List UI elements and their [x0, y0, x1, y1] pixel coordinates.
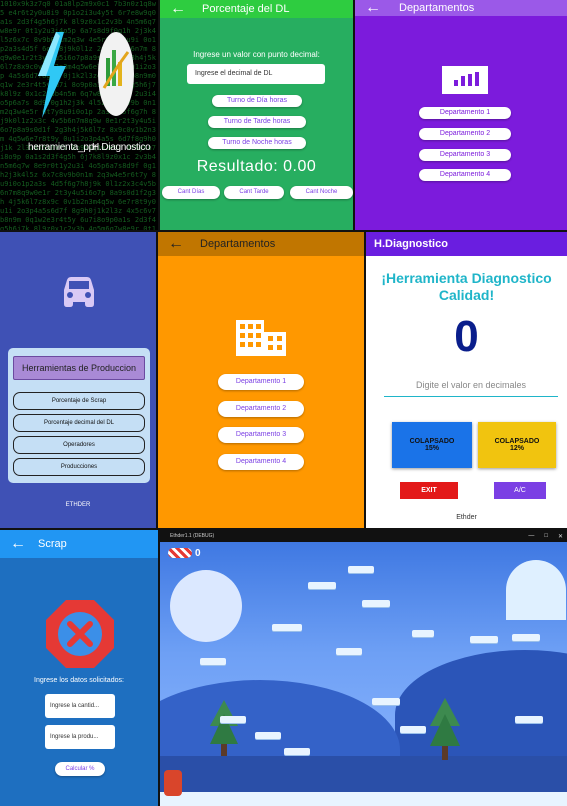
window-titlebar: Ethder1.1 (DEBUG) — □ ✕	[160, 530, 567, 542]
calcular-button[interactable]: Calcular %	[55, 762, 105, 776]
platform	[284, 748, 310, 755]
back-arrow-icon[interactable]: ←	[365, 0, 381, 16]
diagnostic-icon[interactable]	[96, 28, 136, 120]
departamento-3-button[interactable]: Departamento 3	[218, 427, 304, 443]
app-bar: ← Departamentos	[355, 0, 567, 16]
building-icon	[236, 320, 286, 356]
app-label-herramienta: herramienta_ppr	[28, 142, 97, 153]
result-text: Resultado: 0.00	[196, 158, 317, 175]
minimize-button[interactable]: —	[528, 533, 534, 539]
car-icon	[60, 276, 98, 308]
footer-text: ETHDER	[65, 502, 91, 508]
platform	[470, 636, 498, 643]
app-bar: H.Diagnostico	[366, 232, 567, 256]
turno-noche-button[interactable]: Turno de Noche horas	[208, 137, 306, 149]
departamentos-orange-screen: ← Departamentos Departamento 1 Departame…	[158, 232, 364, 528]
departamento-4-button[interactable]: Departamento 4	[419, 169, 511, 181]
menu-item-dl[interactable]: Porcentaje decimal del DL	[13, 414, 145, 432]
moon	[170, 570, 242, 642]
decimal-input[interactable]: Ingrese el decimal de DL	[187, 64, 325, 84]
lightning-icon[interactable]	[32, 30, 72, 120]
prompt-label: Ingrese un valor con punto decimal:	[193, 50, 320, 59]
produccion-input[interactable]: Ingrese la produ...	[45, 725, 115, 749]
pine-tree-left	[210, 700, 238, 756]
launcher-screen: 1010x9k3z7q0 01a8lp2m9x0c1 7b3n0z1q8w5 e…	[0, 0, 158, 230]
page-title: H.Diagnostico	[374, 238, 448, 250]
back-arrow-icon[interactable]: ←	[10, 536, 26, 552]
platform	[362, 600, 390, 607]
menu-item-producciones[interactable]: Producciones	[13, 458, 145, 476]
menu-card: Herramientas de Produccion Porcentaje de…	[8, 348, 150, 483]
snow-floor	[160, 792, 567, 806]
exit-button[interactable]: EXIT	[400, 482, 458, 499]
decimal-input[interactable]: Digite el valor en decimales	[384, 380, 558, 397]
prompt-label: Ingrese los datos solicitados:	[34, 677, 124, 684]
cant-noche-button[interactable]: Cant Noche	[290, 186, 353, 199]
back-arrow-icon[interactable]: ←	[168, 236, 184, 252]
footer-text: Ethder	[456, 514, 477, 521]
game-window: Ethder1.1 (DEBUG) — □ ✕ 0	[160, 530, 567, 806]
igloo	[506, 560, 566, 620]
platform	[348, 566, 374, 573]
app-label-hdiagnostico: H.Diagnostico	[92, 142, 151, 153]
diagnostico-value: 0	[454, 312, 479, 361]
menu-header: Herramientas de Produccion	[13, 356, 145, 380]
back-arrow-icon[interactable]: ←	[170, 1, 186, 17]
turno-tarde-button[interactable]: Turno de Tarde horas	[208, 116, 306, 128]
cant-tarde-button[interactable]: Cant Tarde	[224, 186, 284, 199]
window-title: Ethder1.1 (DEBUG)	[170, 533, 215, 539]
platform	[336, 648, 362, 655]
colapsado-12-card[interactable]: COLAPSADO 12%	[478, 422, 556, 468]
chart-icon	[442, 66, 488, 94]
cant-dias-button[interactable]: Cant Días	[162, 186, 220, 199]
platform	[412, 630, 434, 637]
maximize-button[interactable]: □	[544, 533, 548, 539]
departamento-2-button[interactable]: Departamento 2	[419, 128, 511, 140]
diagnostico-screen: H.Diagnostico ¡Herramienta Diagnostico C…	[366, 232, 567, 528]
app-bar: ← Scrap	[0, 530, 158, 558]
candy-cane-icon	[168, 548, 192, 558]
diagnostico-heading: ¡Herramienta Diagnostico Calidad!	[381, 270, 552, 303]
close-button[interactable]: ✕	[558, 533, 563, 540]
departamento-2-button[interactable]: Departamento 2	[218, 401, 304, 417]
platform	[308, 582, 336, 589]
departamento-1-button[interactable]: Departamento 1	[419, 107, 511, 119]
platform	[220, 716, 246, 723]
platform	[400, 726, 426, 733]
player-character	[164, 770, 182, 796]
departamento-1-button[interactable]: Departamento 1	[218, 374, 304, 390]
platform	[515, 716, 543, 723]
porcentaje-screen: ← Porcentaje del DL Ingrese un valor con…	[160, 0, 353, 230]
ac-button[interactable]: A/C	[494, 482, 546, 499]
menu-item-scrap[interactable]: Porcentaje de Scrap	[13, 392, 145, 410]
app-bar: ← Porcentaje del DL	[160, 0, 353, 18]
platform	[200, 658, 226, 665]
platform	[255, 732, 281, 739]
page-title: Scrap	[38, 538, 67, 550]
score-counter: 0	[195, 548, 201, 559]
departamentos-purple-screen: ← Departamentos Departamento 1 Departame…	[355, 0, 567, 230]
platform	[512, 634, 540, 641]
menu-item-operadores[interactable]: Operadores	[13, 436, 145, 454]
scrap-screen: ← Scrap Ingrese los datos solicitados: I…	[0, 530, 158, 806]
page-title: Departamentos	[399, 2, 475, 14]
page-title: Porcentaje del DL	[202, 3, 290, 15]
colapsado-15-card[interactable]: COLAPSADO 15%	[392, 422, 472, 468]
platform	[272, 624, 302, 631]
turno-dia-button[interactable]: Turno de Día horas	[212, 95, 302, 107]
app-bar: ← Departamentos	[158, 232, 364, 256]
pine-tree-right	[430, 698, 460, 760]
menu-screen: Herramientas de Produccion Porcentaje de…	[0, 232, 156, 528]
platform	[372, 698, 400, 705]
cantidad-input[interactable]: Ingrese la cantid...	[45, 694, 115, 718]
departamento-3-button[interactable]: Departamento 3	[419, 149, 511, 161]
page-title: Departamentos	[200, 238, 276, 250]
departamento-4-button[interactable]: Departamento 4	[218, 454, 304, 470]
error-stop-icon	[46, 600, 114, 668]
